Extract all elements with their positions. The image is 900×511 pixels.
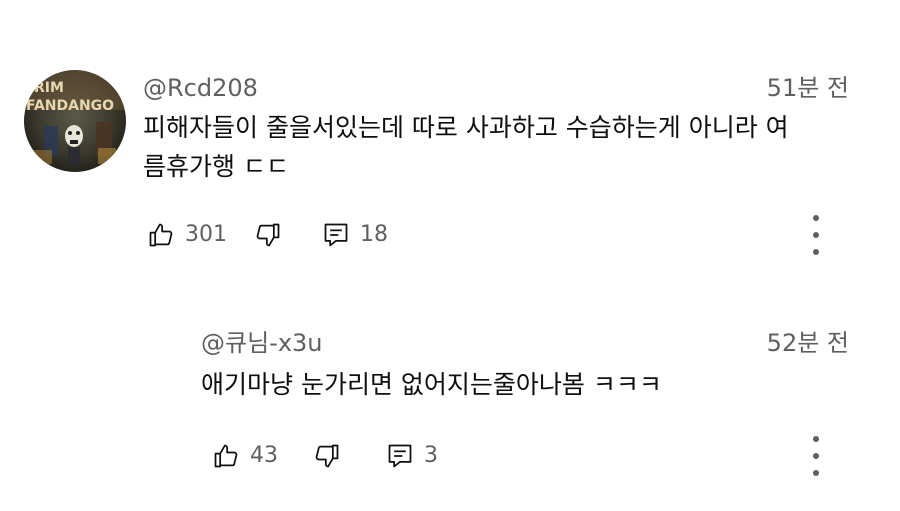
comment-timestamp: 52분 전 — [766, 329, 849, 357]
like-count: 43 — [250, 443, 278, 468]
comment-icon — [324, 223, 348, 247]
avatar-logo-text-bottom: FANDANGO — [26, 98, 114, 114]
comment-text-line: 름휴가행 ㄷㄷ — [143, 152, 289, 181]
avatar-logo-text-top: RIM — [34, 80, 64, 96]
more-vertical-icon — [813, 215, 819, 221]
avatar[interactable]: RIM FANDANGO — [24, 70, 126, 172]
like-button[interactable]: 301 — [147, 218, 227, 252]
thumbs-up-icon — [214, 444, 238, 468]
like-count: 301 — [185, 222, 227, 247]
more-options-button[interactable] — [804, 215, 828, 255]
thumbs-down-icon — [315, 444, 339, 468]
comment-text-line: 애기마냥 눈가리면 없어지는줄아나봄 ㅋㅋㅋ — [201, 370, 662, 399]
like-button[interactable]: 43 — [212, 439, 278, 473]
reply-button[interactable]: 18 — [322, 218, 388, 252]
comment-timestamp: 51분 전 — [766, 74, 849, 102]
comment-text-line: 피해자들이 줄을서있는데 따로 사과하고 수습하는게 아니라 여 — [143, 113, 789, 142]
dislike-button[interactable] — [313, 439, 341, 473]
reply-button[interactable]: 3 — [386, 439, 438, 473]
dislike-button[interactable] — [254, 218, 282, 252]
comment-icon — [388, 444, 412, 468]
more-options-button[interactable] — [804, 436, 828, 476]
more-vertical-icon — [813, 436, 819, 442]
thumbs-up-icon — [149, 223, 173, 247]
thumbs-down-icon — [256, 223, 280, 247]
comment-author[interactable]: @큐님-x3u — [201, 328, 323, 358]
reply-count: 18 — [360, 222, 388, 247]
reply-count: 3 — [424, 443, 438, 468]
avatar-image: RIM FANDANGO — [24, 70, 126, 172]
comment-author[interactable]: @Rcd208 — [143, 73, 258, 103]
